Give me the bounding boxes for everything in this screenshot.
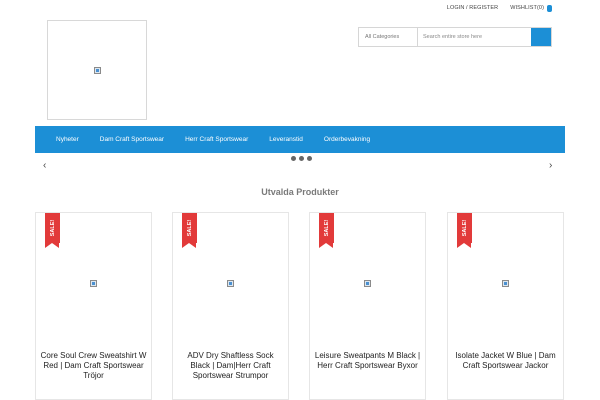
sale-badge-label: SALE! [461, 219, 468, 237]
nav-item-nyheter[interactable]: Nyheter [56, 136, 79, 143]
product-name[interactable]: Leisure Sweatpants M Black | Herr Craft … [310, 351, 425, 371]
slider-dot[interactable] [299, 156, 304, 161]
wishlist-link[interactable]: WISHLIST(0) [510, 4, 552, 12]
search-input[interactable] [418, 28, 531, 46]
nav-item-leveranstid[interactable]: Leveranstid [269, 136, 303, 143]
product-name[interactable]: ADV Dry Shaftless Sock Black | Dam|Herr … [173, 351, 288, 381]
slider-dots [291, 156, 312, 161]
category-select[interactable]: All Categories [359, 28, 418, 46]
wishlist-badge-icon [547, 4, 552, 12]
sale-badge: SALE! [45, 213, 60, 248]
product-grid: SALE! Core Soul Crew Sweatshirt W Red | … [35, 212, 565, 400]
login-register-link[interactable]: LOGIN / REGISTER [447, 5, 498, 11]
wishlist-label: WISHLIST(0) [510, 5, 544, 11]
sale-badge: SALE! [182, 213, 197, 248]
chevron-right-icon[interactable]: › [549, 161, 552, 171]
broken-image-icon [94, 67, 101, 74]
slider-dot[interactable] [307, 156, 312, 161]
search-bar: All Categories [358, 27, 552, 47]
product-image-icon[interactable] [364, 280, 371, 287]
product-image-icon[interactable] [227, 280, 234, 287]
product-name[interactable]: Isolate Jacket W Blue | Dam Craft Sports… [448, 351, 563, 371]
store-logo[interactable] [47, 20, 147, 120]
product-card[interactable]: SALE! Isolate Jacket W Blue | Dam Craft … [447, 212, 564, 400]
product-image-icon[interactable] [90, 280, 97, 287]
product-card[interactable]: SALE! Core Soul Crew Sweatshirt W Red | … [35, 212, 152, 400]
sale-badge: SALE! [457, 213, 472, 248]
nav-item-dam-craft-sportswear[interactable]: Dam Craft Sportswear [100, 136, 164, 143]
main-nav: Nyheter Dam Craft Sportswear Herr Craft … [35, 126, 565, 153]
section-title: Utvalda Produkter [261, 187, 339, 197]
product-card[interactable]: SALE! Leisure Sweatpants M Black | Herr … [309, 212, 426, 400]
sale-badge-label: SALE! [49, 219, 56, 237]
chevron-left-icon[interactable]: ‹ [43, 161, 46, 171]
top-bar: LOGIN / REGISTER WISHLIST(0) [447, 0, 552, 16]
slider-dot[interactable] [291, 156, 296, 161]
nav-item-herr-craft-sportswear[interactable]: Herr Craft Sportswear [185, 136, 248, 143]
product-card[interactable]: SALE! ADV Dry Shaftless Sock Black | Dam… [172, 212, 289, 400]
nav-item-orderbevakning[interactable]: Orderbevakning [324, 136, 370, 143]
search-button[interactable] [531, 28, 551, 46]
sale-badge-label: SALE! [323, 219, 330, 237]
product-image-icon[interactable] [502, 280, 509, 287]
product-name[interactable]: Core Soul Crew Sweatshirt W Red | Dam Cr… [36, 351, 151, 381]
sale-badge-label: SALE! [186, 219, 193, 237]
sale-badge: SALE! [319, 213, 334, 248]
